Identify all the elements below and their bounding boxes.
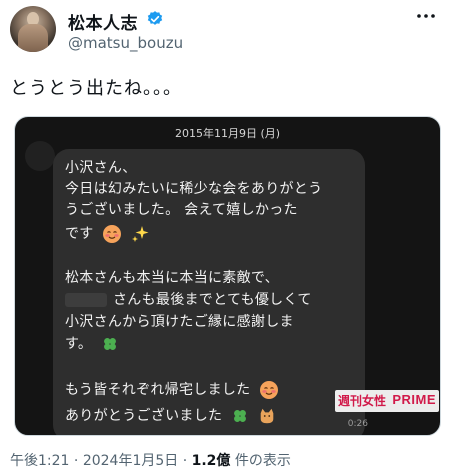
message-line-with-redaction: さんも最後までとても優しくて	[65, 289, 312, 309]
message-text: です	[65, 226, 94, 242]
chat-avatar	[25, 141, 55, 171]
tweet-header: 松本人志 @matsu_bouzu	[8, 4, 442, 56]
message-text: さんも最後までとても優しくて	[113, 292, 312, 308]
tweet-date[interactable]: 2024年1月5日	[83, 453, 178, 469]
watermark-logo: 週刊女性 PRIME	[335, 390, 439, 412]
more-dots-icon[interactable]	[416, 12, 436, 20]
tweet-text: とうとう出たね。。。	[10, 78, 182, 99]
smiling-face-icon	[260, 381, 279, 399]
message-line: うございました。 会えて嬉しかった	[65, 202, 298, 218]
verified-badge-icon	[147, 11, 163, 25]
tweet-time[interactable]: 午後1:21	[10, 453, 69, 469]
message-line-with-emoji: です	[65, 223, 151, 244]
message-line-with-emoji: もう皆それぞれ帰宅しました	[65, 379, 279, 400]
author-handle[interactable]: @matsu_bouzu	[68, 34, 183, 52]
avatar-torso	[18, 24, 48, 52]
smiling-face-icon	[103, 225, 122, 243]
meta-separator: ·	[69, 453, 83, 469]
cat-icon	[260, 408, 274, 424]
message-text: ありがとうございました	[65, 408, 223, 424]
four-leaf-clover-icon	[104, 338, 116, 350]
watermark-prime: PRIME	[392, 392, 436, 407]
view-count: 1.2億	[191, 453, 231, 469]
media-timer: 0:26	[347, 419, 368, 429]
view-count-label: 件の表示	[230, 453, 291, 469]
meta-separator: ·	[178, 453, 192, 469]
sparkles-icon	[132, 226, 149, 242]
four-leaf-clover-icon	[234, 410, 247, 422]
message-line-with-emoji: ありがとうございました	[65, 405, 276, 425]
watermark-magazine: 週刊女性	[338, 394, 387, 408]
message-text: もう皆それぞれ帰宅しました	[65, 382, 251, 398]
message-line: 小沢さん、	[65, 160, 137, 176]
avatar[interactable]	[10, 6, 56, 52]
message-line-with-emoji: す。	[65, 333, 119, 353]
message-line: 小沢さんから頂けたご縁に感謝しま	[65, 314, 294, 330]
message-line: 今日は幻みたいに稀少な会をありがとう	[65, 181, 323, 197]
tweet-media-screenshot[interactable]: 2015年11月9日 (月) 小沢さん、 今日は幻みたいに稀少な会をありがとう …	[14, 116, 441, 436]
chat-date-stamp: 2015年11月9日 (月)	[174, 127, 281, 140]
redacted-name	[65, 293, 107, 307]
author-name[interactable]: 松本人志	[68, 9, 138, 34]
tweet-meta: 午後1:21 · 2024年1月5日 · 1.2億 件の表示	[10, 450, 291, 470]
message-line: 松本さんも本当に本当に素敵で、	[65, 270, 279, 286]
message-text: す。	[65, 336, 93, 352]
